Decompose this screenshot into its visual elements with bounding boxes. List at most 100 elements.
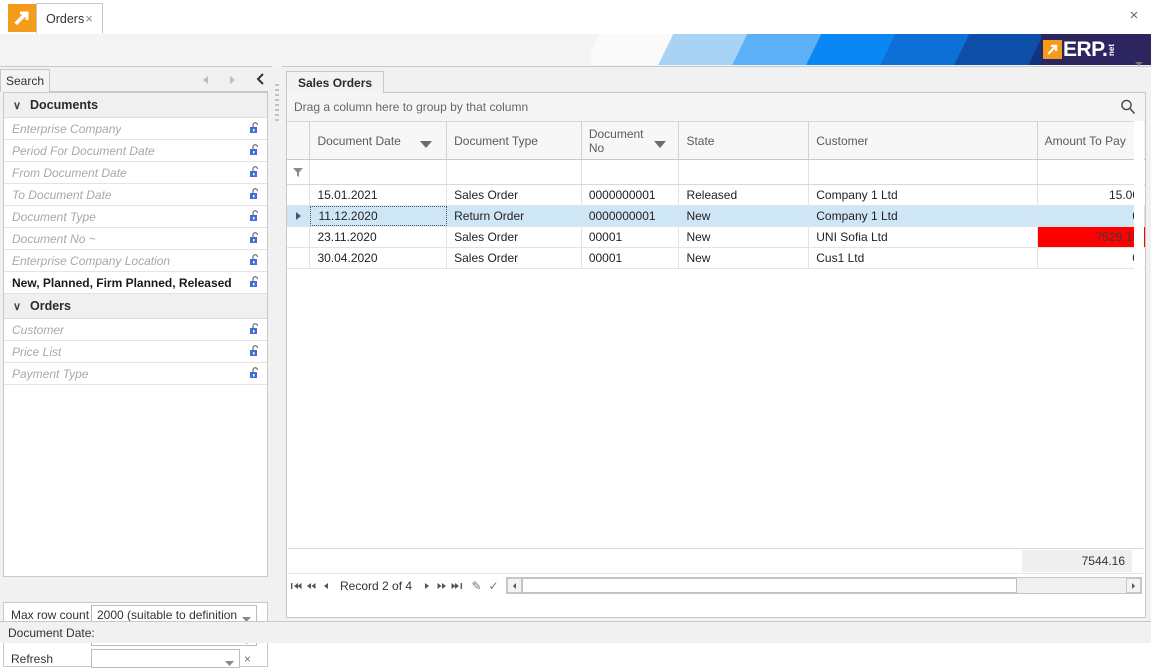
table-row[interactable]: 11.12.2020 Return Order 0000000001 New C… bbox=[287, 206, 1145, 227]
filter-row-toggle[interactable] bbox=[287, 160, 311, 184]
close-icon[interactable]: × bbox=[82, 12, 96, 26]
unlock-icon[interactable] bbox=[249, 345, 260, 357]
cell-state[interactable]: New bbox=[679, 248, 810, 268]
filter-cell-state[interactable] bbox=[679, 160, 810, 184]
group-by-panel[interactable]: Drag a column here to group by that colu… bbox=[287, 93, 1145, 122]
nav-next-page-button[interactable] bbox=[434, 578, 449, 594]
column-header-document-date[interactable]: Document Date bbox=[310, 122, 448, 159]
grid-horizontal-scrollbar[interactable] bbox=[506, 577, 1142, 594]
panel-next-icon[interactable] bbox=[226, 74, 238, 89]
unlock-icon[interactable] bbox=[249, 232, 260, 244]
cell-document-type[interactable]: Sales Order bbox=[447, 248, 582, 268]
cell-document-no[interactable]: 00001 bbox=[582, 248, 680, 268]
cell-document-type[interactable]: Return Order bbox=[447, 206, 582, 226]
cell-document-no[interactable]: 00001 bbox=[582, 227, 680, 247]
cell-customer[interactable]: UNI Sofia Ltd bbox=[809, 227, 1038, 247]
column-header-customer[interactable]: Customer bbox=[809, 122, 1038, 159]
filter-cell-document-type[interactable] bbox=[447, 160, 582, 184]
collapse-panel-icon[interactable] bbox=[256, 72, 266, 89]
nav-prev-button[interactable] bbox=[318, 578, 333, 594]
filter-field-label: Document Type bbox=[12, 209, 96, 224]
filter-field-to-document-date[interactable]: To Document Date bbox=[4, 184, 267, 206]
cell-amount-to-pay[interactable]: 15.00 bbox=[1038, 185, 1145, 205]
cell-customer[interactable]: Cus1 Ltd bbox=[809, 248, 1038, 268]
search-icon[interactable] bbox=[1119, 98, 1137, 119]
filter-field-enterprise-company-location[interactable]: Enterprise Company Location bbox=[4, 250, 267, 272]
unlock-icon[interactable] bbox=[249, 122, 260, 134]
cell-state[interactable]: Released bbox=[679, 185, 810, 205]
cell-document-date[interactable]: 30.04.2020 bbox=[310, 248, 448, 268]
filter-field-state[interactable]: New, Planned, Firm Planned, Released bbox=[4, 272, 267, 294]
cell-document-no[interactable]: 0000000001 bbox=[582, 206, 680, 226]
filter-field-document-no[interactable]: Document No ~ bbox=[4, 228, 267, 250]
unlock-icon[interactable] bbox=[249, 210, 260, 222]
cell-amount-to-pay[interactable]: 7529.16 bbox=[1037, 227, 1146, 247]
filter-group-header-orders[interactable]: ∨ Orders bbox=[4, 294, 267, 319]
unlock-icon[interactable] bbox=[249, 188, 260, 200]
filter-field-from-document-date[interactable]: From Document Date bbox=[4, 162, 267, 184]
scrollbar-track[interactable] bbox=[522, 578, 1126, 593]
filter-cell-document-no[interactable] bbox=[582, 160, 680, 184]
tab-search[interactable]: Search bbox=[0, 69, 50, 92]
filter-cell-document-date[interactable] bbox=[310, 160, 448, 184]
document-tab-orders[interactable]: Orders × bbox=[36, 3, 103, 34]
column-header-amount-to-pay[interactable]: Amount To Pay bbox=[1037, 122, 1146, 159]
cell-document-date[interactable]: 11.12.2020 bbox=[310, 206, 448, 226]
grid-vertical-scrollbar[interactable] bbox=[1134, 121, 1144, 547]
filter-field-enterprise-company[interactable]: Enterprise Company bbox=[4, 118, 267, 140]
window-close-icon[interactable]: × bbox=[1123, 6, 1145, 26]
scroll-right-button[interactable] bbox=[1126, 578, 1141, 593]
scrollbar-thumb[interactable] bbox=[522, 578, 1018, 593]
filter-field-payment-type[interactable]: Payment Type bbox=[4, 363, 267, 385]
summary-total-amount: 7544.16 bbox=[1022, 550, 1132, 572]
refresh-clear-icon[interactable]: × bbox=[244, 652, 251, 666]
unlock-icon[interactable] bbox=[249, 254, 260, 266]
filter-field-customer[interactable]: Customer bbox=[4, 319, 267, 341]
column-header-document-no[interactable]: Document No bbox=[581, 122, 680, 159]
filter-field-period-for-document-date[interactable]: Period For Document Date bbox=[4, 140, 267, 162]
tab-sales-orders[interactable]: Sales Orders bbox=[286, 71, 385, 93]
cell-document-type[interactable]: Sales Order bbox=[447, 185, 582, 205]
cell-customer[interactable]: Company 1 Ltd bbox=[809, 206, 1038, 226]
cell-document-date[interactable]: 15.01.2021 bbox=[310, 185, 448, 205]
filter-cell-amount-to-pay[interactable] bbox=[1038, 160, 1145, 184]
filter-field-label: Enterprise Company bbox=[12, 121, 122, 136]
column-header-state[interactable]: State bbox=[679, 122, 810, 159]
cell-amount-to-pay[interactable]: 0 bbox=[1038, 206, 1145, 226]
cell-state[interactable]: New bbox=[679, 206, 810, 226]
sort-descending-icon[interactable] bbox=[420, 137, 433, 151]
edit-record-icon[interactable]: ✎ bbox=[468, 579, 485, 593]
cell-state[interactable]: New bbox=[679, 227, 810, 247]
cell-document-no[interactable]: 0000000001 bbox=[582, 185, 680, 205]
nav-last-button[interactable] bbox=[449, 578, 464, 594]
unlock-icon[interactable] bbox=[249, 367, 260, 379]
filter-group-header-documents[interactable]: ∨ Documents bbox=[4, 93, 267, 118]
filter-field-document-type[interactable]: Document Type bbox=[4, 206, 267, 228]
panel-splitter[interactable] bbox=[272, 66, 282, 621]
nav-next-button[interactable] bbox=[419, 578, 434, 594]
column-header-document-type[interactable]: Document Type bbox=[447, 122, 582, 159]
option-refresh: Refresh × bbox=[4, 648, 267, 669]
cell-document-date[interactable]: 23.11.2020 bbox=[310, 227, 448, 247]
sort-descending-icon[interactable] bbox=[654, 137, 667, 151]
grid-filter-row bbox=[287, 160, 1145, 185]
nav-prev-page-button[interactable] bbox=[303, 578, 318, 594]
panel-prev-icon[interactable] bbox=[200, 74, 212, 89]
cell-customer[interactable]: Company 1 Ltd bbox=[809, 185, 1038, 205]
cell-amount-to-pay[interactable]: 0 bbox=[1038, 248, 1145, 268]
post-record-icon[interactable]: ✓ bbox=[485, 579, 502, 593]
filter-field-price-list[interactable]: Price List bbox=[4, 341, 267, 363]
filter-cell-customer[interactable] bbox=[809, 160, 1038, 184]
unlock-icon[interactable] bbox=[249, 276, 260, 288]
unlock-icon[interactable] bbox=[249, 144, 260, 156]
refresh-select[interactable] bbox=[91, 649, 240, 668]
table-row[interactable]: 23.11.2020 Sales Order 00001 New UNI Sof… bbox=[287, 227, 1146, 248]
cell-document-type[interactable]: Sales Order bbox=[447, 227, 582, 247]
filter-field-label: To Document Date bbox=[12, 187, 112, 202]
table-row[interactable]: 15.01.2021 Sales Order 0000000001 Releas… bbox=[287, 185, 1145, 206]
unlock-icon[interactable] bbox=[249, 323, 260, 335]
unlock-icon[interactable] bbox=[249, 166, 260, 178]
nav-first-button[interactable] bbox=[288, 578, 303, 594]
scroll-left-button[interactable] bbox=[507, 578, 522, 593]
table-row[interactable]: 30.04.2020 Sales Order 00001 New Cus1 Lt… bbox=[287, 248, 1145, 269]
